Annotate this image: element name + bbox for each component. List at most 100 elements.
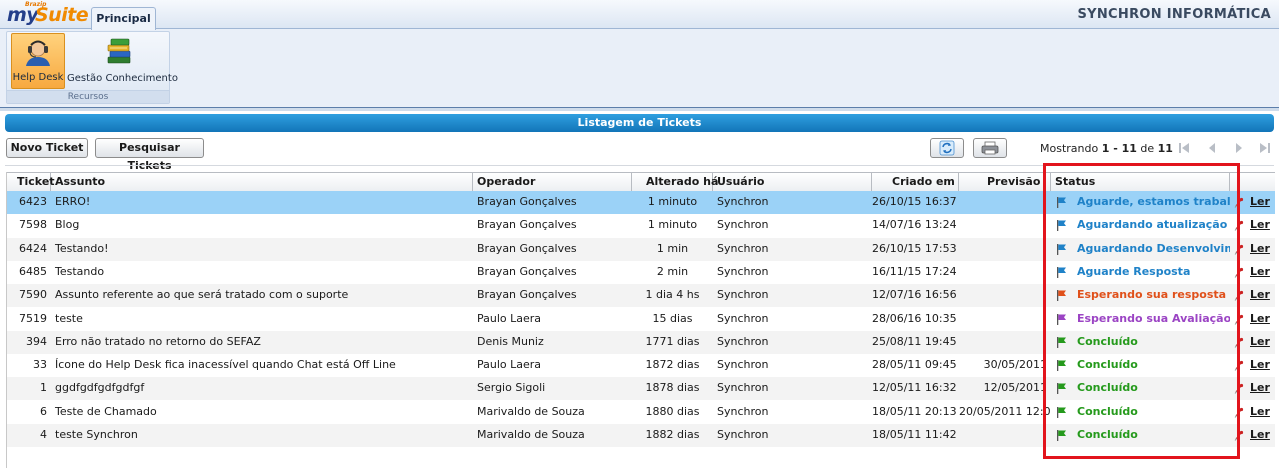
table-row[interactable]: 4 teste Synchron Marivaldo de Souza 1882 di… [7,424,1275,447]
table-row[interactable]: 7519 teste Paulo Laera 15 dias Synchron 28/06… [7,308,1275,331]
pin-icon [1234,337,1244,348]
col-ticket[interactable]: Ticket [7,173,55,192]
table-row[interactable]: 7590 Assunto referente ao que será tratad… [7,284,1275,308]
showing-of: de [1136,142,1158,155]
ler-link[interactable]: Ler [1250,377,1270,399]
table-row[interactable]: 7598 Blog Brayan Gonçalves 1 minuto Synchron… [7,214,1275,237]
ler-link[interactable]: Ler [1250,401,1270,423]
col-operador[interactable]: Operador [473,173,632,192]
cell-ticket: 1 [40,381,47,395]
headset-icon [26,40,50,66]
cell-operator: Brayan Gonçalves [477,264,577,278]
cell-user: Synchron [717,334,769,348]
ler-link[interactable]: Ler [1250,354,1270,376]
ribbon-separator [0,108,1279,111]
refresh-icon [939,140,955,156]
status-text: Aguardando Desenvolvimento [1077,241,1230,255]
ler-link[interactable]: Ler [1250,238,1270,260]
cell-ticket: 7598 [19,218,47,232]
ler-link[interactable]: Ler [1250,191,1270,213]
cell-changed: 1882 dias [645,428,700,441]
col-criado-em[interactable]: Criado em [872,173,959,192]
status-text: Concluído [1077,428,1138,441]
cell-subject: ERRO! [55,195,91,208]
ler-link[interactable]: Ler [1250,284,1270,306]
status-text: Concluído [1077,358,1138,372]
status-text: Concluído [1077,381,1138,395]
table-row[interactable]: 33 Ícone do Help Desk fica inacessível qu… [7,354,1275,377]
cell-forecast: 30/05/2011 [983,358,1047,372]
table-row[interactable]: 6485 Testando Brayan Gonçalves 2 min Synchro… [7,261,1275,284]
cell-subject: ggdfgdfgdfgdfgf [55,381,145,395]
status-flag-icon [1057,430,1066,441]
cell-status: Aguarde, estamos trabalhando [1051,191,1230,214]
table-row[interactable]: 6 Teste de Chamado Marivaldo de Souza 1880 … [7,401,1275,424]
cell-status: Esperando sua Avaliação [1051,308,1230,331]
cell-forecast: 20/05/2011 12:00 [959,404,1051,418]
col-alterado[interactable]: Alterado há [632,173,718,192]
cell-changed: 15 dias [652,311,693,325]
cell-created: 12/07/16 16:56 [872,288,957,302]
cell-created: 28/05/11 09:45 [872,358,957,372]
col-usuario[interactable]: Usuário [713,173,872,192]
table-header: Ticket Assunto Operador Alterado há Usuá… [7,172,1275,192]
tab-principal[interactable]: Principal [91,7,156,30]
last-page-icon[interactable] [1258,141,1272,155]
table-row[interactable]: 6424 Testando! Brayan Gonçalves 1 min Synchr… [7,237,1275,261]
first-page-icon[interactable] [1177,141,1191,155]
books-icon [107,38,131,64]
status-text: Esperando sua resposta [1077,288,1227,302]
table-row[interactable]: 6423 ERRO! Brayan Gonçalves 1 minuto Synchro… [7,191,1275,214]
gestao-conhecimento-button[interactable]: Gestão Conhecimento [67,33,178,89]
status-flag-icon [1057,220,1066,232]
pin-icon [1234,244,1244,255]
cell-action: Ler [1230,401,1275,424]
cell-action: Ler [1230,214,1275,237]
cell-status: Concluído [1051,331,1230,354]
cell-status: Concluído [1051,377,1230,400]
ler-link[interactable]: Ler [1250,331,1270,353]
new-ticket-button[interactable]: Novo Ticket [6,138,88,158]
status-flag-icon [1057,383,1066,395]
ribbon-title-bar: Brazip my Suite Principal SYNCHRON INFOR… [0,0,1279,30]
ler-link[interactable]: Ler [1250,261,1270,283]
cell-user: Synchron [717,404,769,418]
pin-icon [1234,267,1244,278]
cell-created: 28/06/16 10:35 [872,311,957,325]
col-assunto[interactable]: Assunto [51,173,473,192]
cell-status: Aguarde Resposta [1051,261,1230,284]
status-text: Aguarde Resposta [1077,264,1191,278]
cell-changed: 1878 dias [645,381,700,395]
ler-link[interactable]: Ler [1250,308,1270,330]
cell-forecast [959,214,1051,237]
cell-created: 18/05/11 20:13 [872,404,957,418]
cell-user: Synchron [717,311,769,325]
cell-user: Synchron [717,358,769,372]
ler-link[interactable]: Ler [1250,424,1270,446]
next-page-icon[interactable] [1232,141,1246,155]
cell-action: Ler [1230,424,1275,447]
status-text: Aguardando atualização [1077,218,1228,232]
search-tickets-button[interactable]: Pesquisar Tickets [95,138,204,172]
cell-created: 16/11/15 17:24 [872,264,957,278]
previous-page-icon[interactable] [1205,141,1219,155]
refresh-button[interactable] [930,138,964,158]
cell-ticket: 394 [26,334,47,348]
help-desk-button[interactable]: Help Desk [11,33,65,89]
cell-forecast [959,284,1051,307]
cell-operator: Brayan Gonçalves [477,288,577,302]
cell-user: Synchron [717,264,769,278]
cell-subject: teste Synchron [55,428,138,441]
cell-operator: Paulo Laera [477,311,542,325]
print-button[interactable] [973,138,1007,158]
group-label-recursos: Recursos [7,90,169,103]
col-previsao[interactable]: Previsão [959,173,1051,192]
cell-forecast [959,308,1051,331]
cell-operator: Brayan Gonçalves [477,241,577,255]
ler-link[interactable]: Ler [1250,214,1270,236]
col-status[interactable]: Status [1051,173,1230,192]
table-row[interactable]: 1 ggdfgdfgdfgdfgf Sergio Sigoli 1878 dias Sy… [7,377,1275,401]
pin-icon [1234,221,1244,232]
table-row[interactable]: 394 Erro não tratado no retorno do SEFAZ D… [7,330,1275,354]
cell-ticket: 6424 [19,241,47,255]
